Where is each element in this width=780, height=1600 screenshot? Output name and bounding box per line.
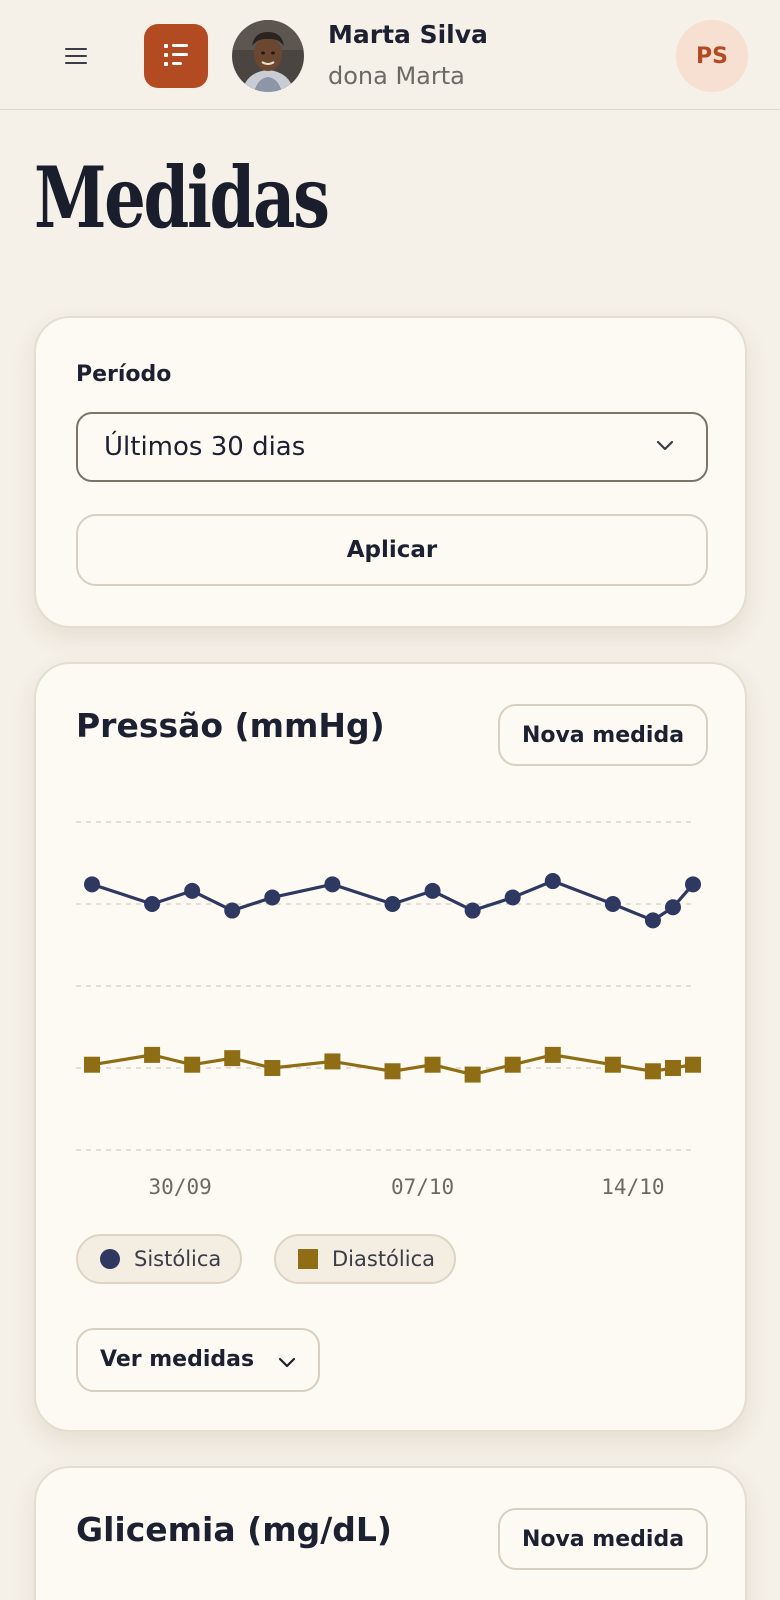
diastolic-point	[324, 1053, 341, 1070]
x-tick-label: 14/10	[601, 1175, 664, 1199]
period-label: Período	[76, 362, 172, 387]
systolic-point	[224, 902, 241, 919]
glycemia-title: Glicemia (mg/dL)	[76, 1510, 392, 1549]
apply-button[interactable]: Aplicar	[76, 514, 708, 586]
blood-pressure-card: Pressão (mmHg) Nova medida 30/09 07/10 14/…	[34, 662, 747, 1432]
legend-diastolic[interactable]: Diastólica	[274, 1234, 456, 1284]
systolic-point	[644, 912, 661, 929]
user-initials-avatar[interactable]: PS	[676, 20, 748, 92]
systolic-point	[424, 882, 441, 899]
view-measures-button[interactable]: Ver medidas	[76, 1328, 320, 1392]
diastolic-point	[664, 1060, 681, 1076]
systolic-point	[384, 896, 401, 912]
blood-pressure-chart: 30/09 07/10 14/10	[76, 821, 701, 1199]
diastolic-point	[464, 1066, 481, 1083]
period-select[interactable]: Últimos 30 dias	[76, 412, 708, 482]
period-filter-card: Período Últimos 30 dias Aplicar	[34, 316, 747, 628]
diastolic-point	[224, 1050, 241, 1067]
chevron-down-icon	[278, 1357, 296, 1368]
systolic-point	[144, 896, 161, 912]
diastolic-point	[504, 1056, 521, 1073]
patient-avatar[interactable]	[232, 20, 304, 92]
diastolic-point	[604, 1056, 621, 1073]
diastolic-point	[184, 1056, 201, 1073]
top-bar: Marta Silva dona Marta PS	[0, 0, 780, 110]
page-title: Medidas	[34, 148, 330, 247]
systolic-point	[604, 896, 621, 912]
legend-systolic[interactable]: Sistólica	[76, 1234, 242, 1284]
systolic-point	[685, 876, 701, 893]
systolic-point	[264, 889, 281, 906]
legend-diastolic-label: Diastólica	[332, 1247, 435, 1271]
diastolic-point	[384, 1063, 401, 1080]
systolic-point	[664, 899, 681, 916]
patient-name: Marta Silva	[328, 20, 488, 49]
systolic-point	[184, 882, 201, 899]
diastolic-point	[264, 1060, 281, 1076]
list-icon[interactable]	[144, 24, 208, 88]
x-tick-label: 07/10	[391, 1175, 454, 1199]
diastolic-point	[685, 1056, 701, 1073]
view-measures-label: Ver medidas	[100, 1347, 255, 1372]
square-marker-icon	[298, 1249, 318, 1269]
patient-nickname: dona Marta	[328, 62, 465, 90]
legend-systolic-label: Sistólica	[134, 1247, 222, 1271]
chevron-down-icon	[656, 440, 674, 451]
period-select-value: Últimos 30 dias	[104, 432, 306, 462]
diastolic-point	[84, 1056, 100, 1073]
x-tick-label: 30/09	[149, 1175, 212, 1199]
systolic-point	[84, 876, 100, 893]
diastolic-point	[144, 1046, 161, 1063]
circle-marker-icon	[100, 1249, 120, 1269]
diastolic-point	[644, 1063, 661, 1080]
systolic-point	[544, 873, 561, 890]
glycemia-card: Glicemia (mg/dL) Nova medida	[34, 1466, 747, 1600]
systolic-point	[324, 876, 341, 893]
new-glycemia-button[interactable]: Nova medida	[498, 1508, 708, 1570]
diastolic-point	[424, 1056, 441, 1073]
systolic-point	[504, 889, 521, 906]
diastolic-point	[544, 1046, 561, 1063]
systolic-point	[464, 902, 481, 919]
hamburger-menu-icon[interactable]	[58, 38, 94, 74]
